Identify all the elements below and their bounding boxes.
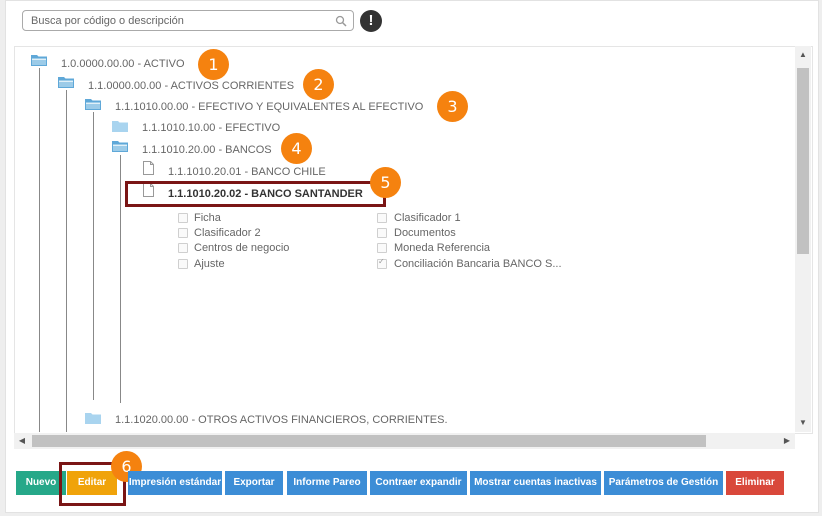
tree-node-efectivo-equivalentes[interactable]: 1.1.1010.00.00 - EFECTIVO Y EQUIVALENTES… <box>115 100 423 114</box>
callout-badge-1: 1 <box>198 49 229 80</box>
tree-node-bancos[interactable]: 1.1.1010.20.00 - BANCOS <box>142 143 272 157</box>
tree-node-otros-activos-financieros[interactable]: 1.1.1020.00.00 - OTROS ACTIVOS FINANCIER… <box>115 413 448 427</box>
option-clasificador-1[interactable]: Clasificador 1 <box>394 211 461 225</box>
tree-connector <box>66 90 67 432</box>
search-icon[interactable] <box>335 15 347 27</box>
highlight-box-selected-node <box>125 181 386 207</box>
option-moneda-referencia[interactable]: Moneda Referencia <box>394 241 490 255</box>
callout-badge-2: 2 <box>303 69 334 100</box>
folder-open-icon <box>112 141 128 152</box>
option-ficha[interactable]: Ficha <box>194 211 221 225</box>
eliminar-button[interactable]: Eliminar <box>726 471 784 495</box>
search-box[interactable] <box>22 10 354 31</box>
contraer-expandir-button[interactable]: Contraer expandir <box>370 471 467 495</box>
callout-badge-4: 4 <box>281 133 312 164</box>
tree-node-banco-chile[interactable]: 1.1.1010.20.01 - BANCO CHILE <box>168 165 326 179</box>
folder-open-icon <box>58 77 74 88</box>
alert-icon[interactable]: ! <box>360 10 382 32</box>
folder-open-icon <box>31 55 47 66</box>
folder-open-icon <box>85 99 101 110</box>
scroll-down-arrow-icon[interactable]: ▼ <box>795 418 811 427</box>
tree-connector <box>93 112 94 400</box>
tree-node-efectivo[interactable]: 1.1.1010.10.00 - EFECTIVO <box>142 121 280 135</box>
vertical-scrollbar[interactable]: ▲ ▼ <box>795 46 811 432</box>
search-input[interactable] <box>31 13 331 28</box>
mostrar-cuentas-inactivas-button[interactable]: Mostrar cuentas inactivas <box>470 471 601 495</box>
tree-connector <box>120 155 121 403</box>
folder-icon <box>85 413 101 424</box>
exportar-button[interactable]: Exportar <box>225 471 283 495</box>
scroll-up-arrow-icon[interactable]: ▲ <box>795 50 811 59</box>
checkbox-conciliacion-bancaria[interactable] <box>377 257 387 269</box>
horizontal-scrollbar[interactable]: ◀ ▶ <box>14 433 795 449</box>
option-conciliacion-bancaria[interactable]: Conciliación Bancaria BANCO S... <box>394 257 562 271</box>
checkbox-ajuste[interactable] <box>178 259 188 269</box>
checkbox-clasificador-1[interactable] <box>377 213 387 223</box>
tree-connector <box>39 68 40 432</box>
tree-node-activos-corrientes[interactable]: 1.1.0000.00.00 - ACTIVOS CORRIENTES <box>88 79 294 93</box>
checkbox-documentos[interactable] <box>377 228 387 238</box>
option-ajuste[interactable]: Ajuste <box>194 257 225 271</box>
option-centros-de-negocio[interactable]: Centros de negocio <box>194 241 289 255</box>
parametros-de-gestion-button[interactable]: Parámetros de Gestión <box>604 471 723 495</box>
vertical-scroll-thumb[interactable] <box>797 68 809 254</box>
callout-badge-3: 3 <box>437 91 468 122</box>
callout-badge-5: 5 <box>370 167 401 198</box>
option-documentos[interactable]: Documentos <box>394 226 456 240</box>
tree-node-activo[interactable]: 1.0.0000.00.00 - ACTIVO <box>61 57 185 71</box>
document-icon <box>143 161 154 175</box>
scroll-left-arrow-icon[interactable]: ◀ <box>14 436 30 445</box>
folder-icon <box>112 121 128 132</box>
checkbox-clasificador-2[interactable] <box>178 228 188 238</box>
scroll-right-arrow-icon[interactable]: ▶ <box>779 436 795 445</box>
informe-pareo-button[interactable]: Informe Pareo <box>287 471 367 495</box>
checkbox-moneda-referencia[interactable] <box>377 243 387 253</box>
checkbox-ficha[interactable] <box>178 213 188 223</box>
horizontal-scroll-thumb[interactable] <box>32 435 706 447</box>
option-clasificador-2[interactable]: Clasificador 2 <box>194 226 261 240</box>
checkbox-centros-de-negocio[interactable] <box>178 243 188 253</box>
impresion-estandar-button[interactable]: Impresión estándar <box>128 471 222 495</box>
